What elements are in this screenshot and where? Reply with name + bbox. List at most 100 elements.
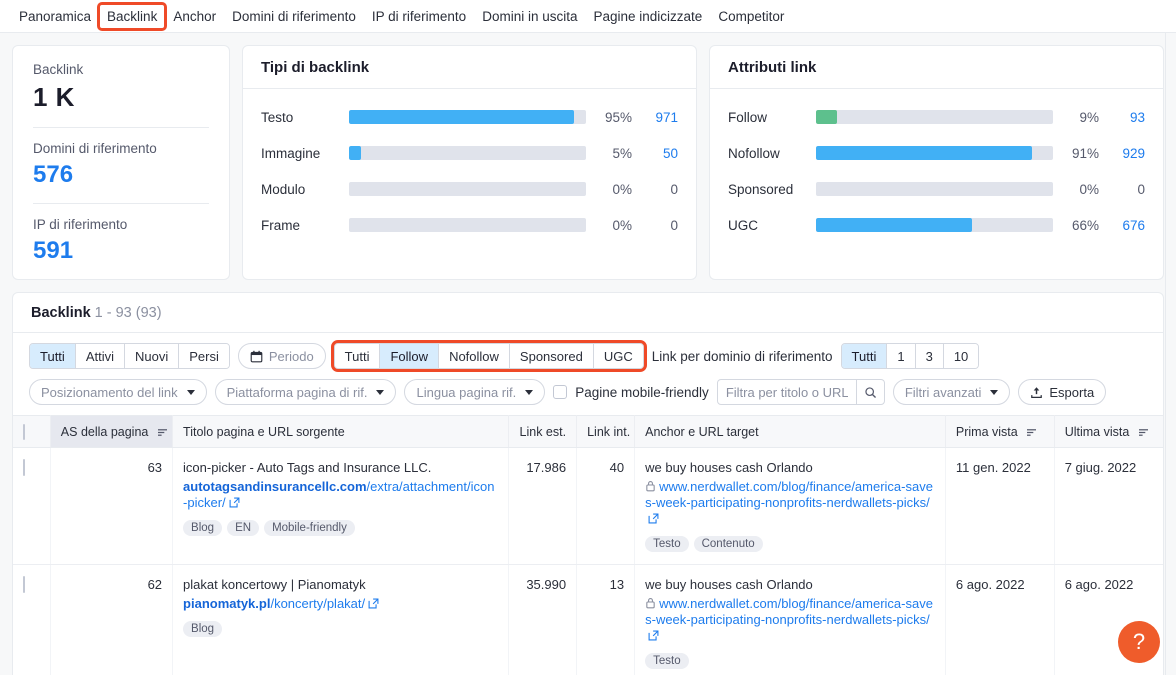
anchor-target-cell: we buy houses cash Orlando www.nerdwallet…: [635, 565, 946, 675]
links-per-domain-label: Link per dominio di riferimento: [652, 349, 833, 364]
bar-category-label: UGC: [728, 218, 816, 233]
nav-item-pagine-indicizzate[interactable]: Pagine indicizzate: [587, 5, 710, 28]
status-filter-attivi[interactable]: Attivi: [76, 344, 125, 368]
bar-category-label: Nofollow: [728, 146, 816, 161]
last-seen-value: 7 giug. 2022: [1054, 448, 1163, 565]
period-button[interactable]: Periodo: [238, 343, 326, 369]
bar-row: Sponsored0%0: [728, 175, 1145, 203]
header-anchor-target[interactable]: Anchor e URL target: [635, 416, 946, 448]
external-link-icon: [648, 630, 659, 641]
backlink-types-bars: Testo95%971Immagine5%50Modulo0%0Frame0%0: [243, 89, 696, 257]
links-per-domain-1[interactable]: 1: [887, 344, 915, 368]
external-links-value: 35.990: [508, 565, 576, 675]
select-all-checkbox[interactable]: [23, 424, 25, 440]
advanced-filters-dropdown[interactable]: Filtri avanzati: [893, 379, 1011, 405]
lock-icon: [645, 597, 656, 609]
help-button[interactable]: ?: [1118, 621, 1160, 663]
nav-item-domini-in-uscita[interactable]: Domini in uscita: [475, 5, 584, 28]
nav-item-backlink[interactable]: Backlink: [100, 5, 164, 28]
status-filter-tutti[interactable]: Tutti: [30, 344, 76, 368]
referring-domains-value[interactable]: 576: [33, 161, 209, 189]
row-checkbox[interactable]: [23, 576, 25, 593]
mobile-friendly-checkbox[interactable]: [553, 385, 567, 399]
header-label: Prima vista: [956, 425, 1018, 439]
nav-item-ip-di-riferimento[interactable]: IP di riferimento: [365, 5, 473, 28]
divider: [33, 203, 209, 204]
bar-track: [349, 146, 586, 160]
filter-search-box[interactable]: [717, 379, 885, 405]
nav-item-domini-di-riferimento[interactable]: Domini di riferimento: [225, 5, 363, 28]
attribute-filter-group[interactable]: TuttiFollowNofollowSponsoredUGC: [334, 343, 644, 369]
status-filter-nuovi[interactable]: Nuovi: [125, 344, 179, 368]
bar-count-value[interactable]: 676: [1099, 218, 1145, 233]
tag: Mobile-friendly: [264, 520, 355, 536]
row-checkbox[interactable]: [23, 459, 25, 476]
target-tags: Testo: [645, 650, 935, 669]
bar-count-value: 0: [1099, 182, 1145, 197]
filter-row-primary: TuttiAttiviNuoviPersi Periodo TuttiFollo…: [29, 343, 1147, 369]
summary-metrics-card: Backlink 1 K Domini di riferimento 576 I…: [12, 45, 230, 280]
anchor-text: we buy houses cash Orlando: [645, 577, 935, 593]
sort-icon: [1026, 428, 1037, 437]
bar-count-value[interactable]: 50: [632, 146, 678, 161]
table-row[interactable]: 63icon-picker - Auto Tags and Insurance …: [13, 448, 1163, 565]
nav-item-anchor[interactable]: Anchor: [166, 5, 223, 28]
backlinks-table: AS della pagina Titolo pagina e URL sorg…: [13, 415, 1163, 675]
header-last-seen[interactable]: Ultima vista: [1054, 416, 1163, 448]
header-external-links[interactable]: Link est.: [508, 416, 576, 448]
bar-percent-label: 95%: [586, 110, 632, 125]
tag: Contenuto: [694, 536, 763, 552]
links-per-domain-tutti[interactable]: Tutti: [842, 344, 888, 368]
attribute-filter-nofollow[interactable]: Nofollow: [439, 344, 510, 368]
status-filter-persi[interactable]: Persi: [179, 344, 229, 368]
bar-row: Modulo0%0: [261, 175, 678, 203]
sort-icon: [157, 428, 168, 437]
bar-fill: [816, 218, 972, 232]
language-dropdown[interactable]: Lingua pagina rif.: [404, 379, 545, 405]
source-url[interactable]: pianomatyk.pl/koncerty/plakat/: [183, 596, 498, 612]
header-label: Link int.: [587, 425, 630, 439]
bar-row: UGC66%676: [728, 211, 1145, 239]
source-url[interactable]: autotagsandinsurancellc.com/extra/attach…: [183, 479, 498, 511]
attribute-filter-follow[interactable]: Follow: [380, 344, 439, 368]
backlink-count-value: 1 K: [33, 82, 209, 113]
attribute-filter-sponsored[interactable]: Sponsored: [510, 344, 594, 368]
export-icon: [1030, 386, 1043, 399]
table-row[interactable]: 62plakat koncertowy | Pianomatykpianomat…: [13, 565, 1163, 675]
attribute-filter-ugc[interactable]: UGC: [594, 344, 643, 368]
link-placement-dropdown[interactable]: Posizionamento del link: [29, 379, 207, 405]
bar-fill: [816, 110, 837, 124]
nav-item-panoramica[interactable]: Panoramica: [12, 5, 98, 28]
search-button[interactable]: [856, 380, 884, 404]
period-label: Periodo: [269, 349, 314, 364]
export-button[interactable]: Esporta: [1018, 379, 1106, 405]
header-internal-links[interactable]: Link int.: [577, 416, 635, 448]
bar-count-value[interactable]: 971: [632, 110, 678, 125]
as-della-pagina-value: 63: [50, 448, 172, 565]
bar-count-value[interactable]: 93: [1099, 110, 1145, 125]
links-per-domain-3[interactable]: 3: [916, 344, 944, 368]
backlink-types-title: Tipi di backlink: [243, 46, 696, 89]
links-per-domain-10[interactable]: 10: [944, 344, 978, 368]
header-first-seen[interactable]: Prima vista: [945, 416, 1054, 448]
links-per-domain-group[interactable]: Tutti1310: [841, 343, 980, 369]
external-link-icon: [368, 598, 379, 609]
target-url[interactable]: www.nerdwallet.com/blog/finance/america-…: [645, 596, 935, 644]
header-source[interactable]: Titolo pagina e URL sorgente: [173, 416, 509, 448]
bar-category-label: Immagine: [261, 146, 349, 161]
status-filter-group[interactable]: TuttiAttiviNuoviPersi: [29, 343, 230, 369]
page-scrollbar[interactable]: [1165, 33, 1176, 675]
attribute-filter-tutti[interactable]: Tutti: [335, 344, 381, 368]
platform-dropdown[interactable]: Piattaforma pagina di rif.: [215, 379, 397, 405]
bar-track: [349, 110, 586, 124]
bar-percent-label: 91%: [1053, 146, 1099, 161]
search-input[interactable]: [718, 385, 856, 400]
header-as-della-pagina[interactable]: AS della pagina: [50, 416, 172, 448]
nav-item-competitor[interactable]: Competitor: [711, 5, 791, 28]
referring-ips-value[interactable]: 591: [33, 237, 209, 265]
bar-count-value[interactable]: 929: [1099, 146, 1145, 161]
target-url[interactable]: www.nerdwallet.com/blog/finance/america-…: [645, 479, 935, 527]
row-select-cell: [13, 565, 50, 675]
advanced-filters-label: Filtri avanzati: [905, 385, 982, 400]
bar-track: [816, 218, 1053, 232]
